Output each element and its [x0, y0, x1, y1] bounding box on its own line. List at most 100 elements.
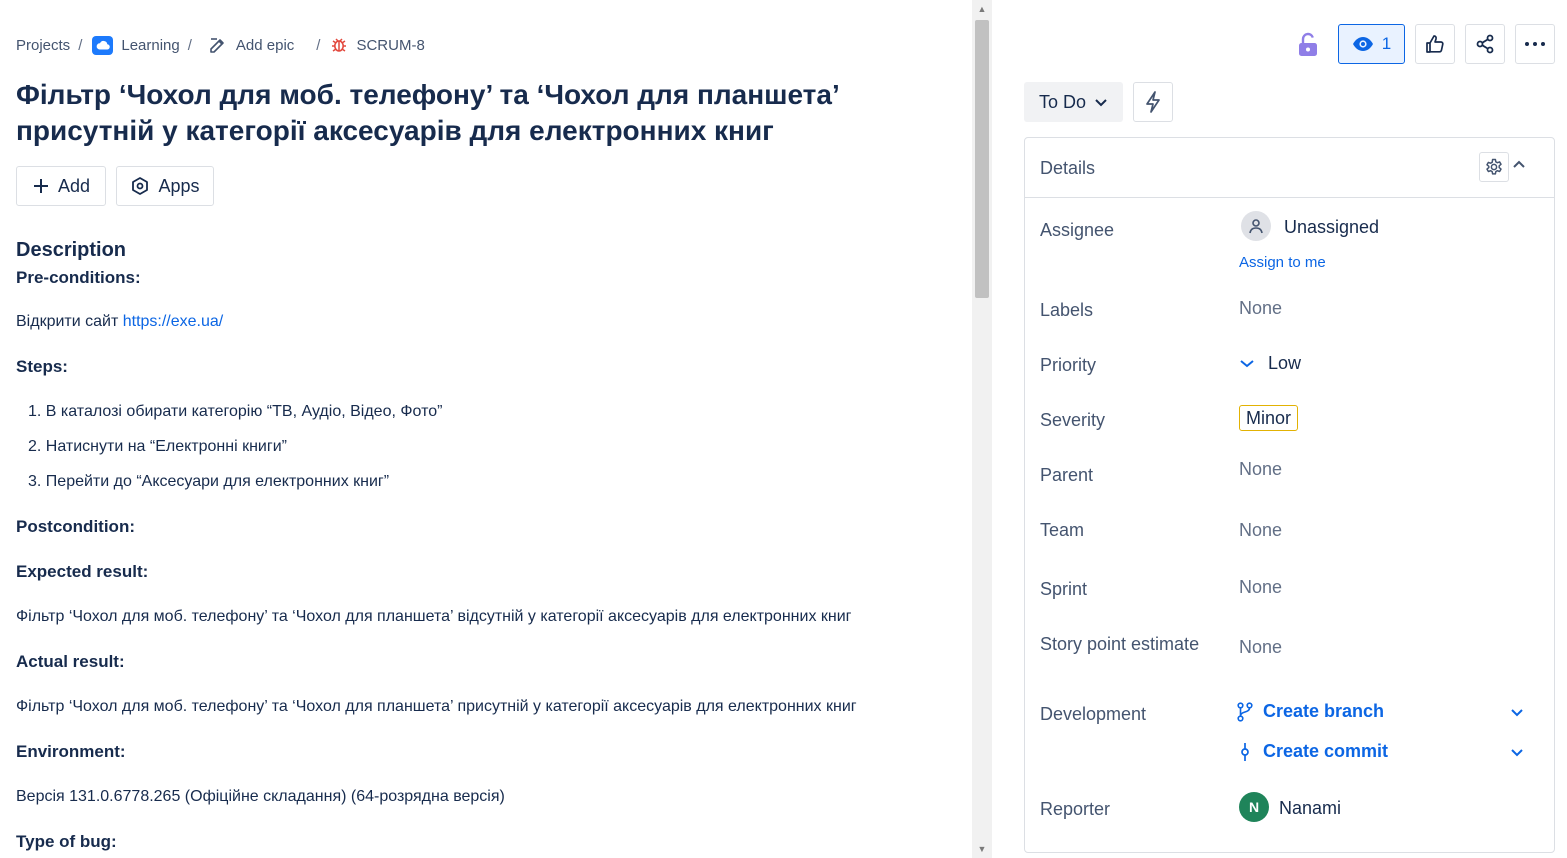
assign-to-me-link[interactable]: Assign to me	[1239, 254, 1326, 271]
description-heading: Description	[16, 239, 127, 261]
create-branch-label[interactable]: Create branch	[1263, 701, 1384, 722]
configure-button[interactable]	[1479, 152, 1509, 182]
chevron-down-icon	[1095, 99, 1107, 107]
breadcrumb: Projects / Learning / Add epic / SCRUM-8	[16, 33, 425, 57]
assignee-value[interactable]: Unassigned	[1284, 217, 1379, 238]
list-item: 2. Натиснути на “Електронні книги”	[28, 438, 287, 455]
scroll-down-arrow[interactable]: ▼	[972, 842, 992, 856]
avatar: N	[1239, 792, 1269, 822]
parent-value[interactable]: None	[1239, 459, 1282, 480]
bug-icon	[332, 38, 347, 52]
priority-label: Priority	[1040, 355, 1097, 375]
breadcrumb-project[interactable]: Learning	[92, 35, 180, 55]
avatar	[1241, 211, 1271, 241]
create-branch-expand[interactable]	[1507, 703, 1527, 723]
priority-value-label: Low	[1268, 353, 1302, 373]
commit-icon	[1241, 742, 1249, 761]
scroll-thumb[interactable]	[975, 20, 989, 298]
create-commit-expand[interactable]	[1507, 743, 1527, 763]
add-epic-label[interactable]: Add epic	[236, 37, 294, 54]
create-branch-link[interactable]: Create branch	[1237, 701, 1384, 722]
environment-text: Версія 131.0.6778.265 (Офіційне складанн…	[16, 788, 505, 805]
story-points-value[interactable]: None	[1239, 637, 1282, 658]
issue-main: Projects / Learning / Add epic / SCRUM-8…	[0, 0, 972, 858]
chevron-down-icon	[1511, 709, 1523, 717]
issue-key[interactable]: SCRUM-8	[356, 37, 424, 54]
apps-button[interactable]: Apps	[116, 166, 214, 206]
breadcrumb-separator: /	[187, 36, 192, 54]
bolt-icon	[1146, 91, 1160, 113]
thumbs-up-icon	[1426, 35, 1444, 53]
add-button[interactable]: Add	[16, 166, 106, 206]
issue-sidebar: 1 To Do Details Assignee Unassigned Assi	[992, 0, 1567, 858]
expected-text: Фільтр ‘Чохол для моб. телефону’ та ‘Чох…	[16, 608, 852, 625]
plus-icon	[33, 179, 48, 193]
automation-button[interactable]	[1133, 82, 1173, 122]
assignee-label: Assignee	[1040, 220, 1115, 240]
reporter-value[interactable]: Nanami	[1279, 798, 1341, 819]
priority-value[interactable]: Low	[1239, 353, 1301, 374]
severity-badge[interactable]: Minor	[1239, 405, 1299, 431]
parent-label: Parent	[1040, 465, 1094, 485]
issue-title-line-2[interactable]: присутній у категорії аксесуарів для еле…	[16, 115, 774, 146]
issue-title-line-1[interactable]: Фільтр ‘Чохол для моб. телефону’ та ‘Чох…	[16, 79, 840, 110]
labels-label: Labels	[1040, 300, 1094, 320]
breadcrumb-project-label[interactable]: Learning	[121, 37, 179, 54]
site-link[interactable]: https://exe.ua/	[123, 313, 224, 330]
branch-icon	[1237, 701, 1253, 722]
type-of-bug-label: Type of bug:	[16, 832, 117, 851]
postcondition-label: Postcondition:	[16, 517, 135, 536]
more-actions-button[interactable]	[1515, 24, 1555, 64]
lock-icon	[1299, 32, 1317, 56]
chevron-down-icon	[1511, 749, 1523, 757]
team-label: Team	[1040, 520, 1085, 540]
collapse-details-button[interactable]	[1509, 152, 1529, 176]
priority-low-icon	[1240, 359, 1254, 367]
scroll-up-arrow[interactable]: ▲	[972, 2, 992, 16]
create-commit-label[interactable]: Create commit	[1263, 741, 1388, 762]
add-button-label: Add	[57, 175, 91, 196]
add-epic-button[interactable]: Add epic	[208, 35, 294, 55]
expected-label: Expected result:	[16, 562, 149, 581]
gear-icon	[1486, 158, 1502, 175]
watch-button[interactable]: 1	[1338, 24, 1405, 64]
breadcrumb-issue[interactable]: SCRUM-8	[330, 36, 425, 54]
status-label: To Do	[1038, 91, 1087, 112]
more-icon	[1525, 42, 1545, 46]
user-icon	[1249, 219, 1263, 234]
breadcrumb-projects-label[interactable]: Projects	[16, 37, 70, 54]
main-scrollbar[interactable]: ▲ ▼	[972, 0, 992, 858]
details-panel: Details Assignee Unassigned Assign to me…	[1024, 137, 1555, 853]
breadcrumb-separator: /	[316, 36, 321, 54]
list-item: 3. Перейти до “Аксесуари для електронних…	[28, 473, 390, 490]
actual-text: Фільтр ‘Чохол для моб. телефону’ та ‘Чох…	[16, 698, 857, 715]
description-section[interactable]: Description Pre-conditions: Відкрити сай…	[16, 237, 956, 851]
watch-count: 1	[1381, 34, 1392, 53]
story-points-label: Story point estimate	[1040, 634, 1200, 654]
breadcrumb-projects[interactable]: Projects	[16, 37, 70, 54]
like-button[interactable]	[1415, 24, 1455, 64]
status-dropdown[interactable]: To Do	[1024, 82, 1123, 122]
reporter-label: Reporter	[1040, 799, 1111, 819]
environment-label: Environment:	[16, 742, 126, 761]
severity-label: Severity	[1040, 410, 1106, 430]
preconditions-text-label: Відкрити сайт	[16, 313, 123, 330]
list-item: 1. В каталозі обирати категорію “ТВ, Ауд…	[28, 403, 443, 420]
labels-value[interactable]: None	[1239, 298, 1282, 319]
team-value[interactable]: None	[1239, 520, 1282, 541]
share-button[interactable]	[1465, 24, 1505, 64]
sprint-label: Sprint	[1040, 579, 1088, 599]
lock-button[interactable]	[1293, 30, 1323, 60]
cloud-icon	[92, 35, 114, 55]
sprint-value[interactable]: None	[1239, 577, 1282, 598]
issue-title[interactable]: Фільтр ‘Чохол для моб. телефону’ та ‘Чох…	[16, 77, 946, 149]
steps-label: Steps:	[16, 357, 68, 376]
details-header[interactable]: Details	[1025, 138, 1554, 198]
edit-icon	[210, 38, 224, 53]
details-title: Details	[1040, 158, 1096, 178]
preconditions-label: Pre-conditions:	[16, 268, 141, 287]
create-commit-link[interactable]: Create commit	[1237, 741, 1388, 762]
actual-label: Actual result:	[16, 652, 125, 671]
eye-icon	[1352, 37, 1373, 51]
apps-icon	[132, 177, 149, 195]
